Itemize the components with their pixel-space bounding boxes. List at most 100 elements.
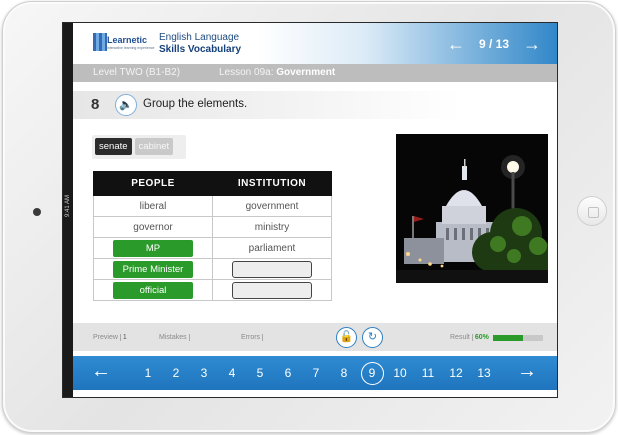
page-2[interactable]: 2 <box>162 366 190 380</box>
result-stat: Result 60% <box>450 334 489 341</box>
cell-people: governor <box>93 216 213 238</box>
lesson-title: Government <box>276 67 336 78</box>
page-navigation: ← 1 2 3 4 5 6 7 8 9 10 11 12 13 → <box>73 356 557 390</box>
empty-drop-slot[interactable] <box>232 260 312 278</box>
level-label: Level TWO (B1-B2) <box>93 67 181 78</box>
learnetic-logo: Learnetic interactive learning experienc… <box>93 32 154 54</box>
cell-institution: ministry <box>212 216 332 238</box>
table-row: MP parliament <box>93 237 332 259</box>
errors-label: Errors <box>241 334 264 341</box>
page-number-label: 2 <box>172 366 180 380</box>
cell-institution: government <box>212 195 332 217</box>
result-progress-fill <box>493 335 523 341</box>
table-row: Prime Minister <box>93 258 332 280</box>
empty-drop-slot[interactable] <box>232 281 312 299</box>
cell-people: liberal <box>93 195 213 217</box>
question-instruction: Group the elements. <box>143 98 248 110</box>
page-1[interactable]: 1 <box>134 366 162 380</box>
page-number-label: 12 <box>449 366 463 380</box>
cell-people: official <box>93 279 213 301</box>
logo-wordmark: Learnetic <box>107 35 148 45</box>
page-number-label: 6 <box>284 366 292 380</box>
mistakes-stat: Mistakes <box>159 334 192 341</box>
page-4[interactable]: 4 <box>218 366 246 380</box>
page-6[interactable]: 6 <box>274 366 302 380</box>
page-number-label: 13 <box>477 366 491 380</box>
reset-icon[interactable]: ↻ <box>362 327 383 348</box>
screen: 9:41 AM Learnetic interactive learning e… <box>62 22 558 398</box>
placed-chip-mp[interactable]: MP <box>113 239 193 257</box>
mistakes-label: Mistakes <box>159 334 190 341</box>
page-number-label: 3 <box>200 366 208 380</box>
status-time: 9:41 AM <box>65 195 71 218</box>
cell-institution: parliament <box>212 237 332 259</box>
header-navigation: ← 9 / 13 → <box>447 35 541 53</box>
result-value: 60% <box>474 334 489 341</box>
placed-chip-prime-minister[interactable]: Prime Minister <box>113 260 193 278</box>
page-indicator: 9 / 13 <box>478 37 509 51</box>
cell-institution <box>212 279 332 301</box>
page-number-label: 8 <box>340 366 348 380</box>
page-10[interactable]: 10 <box>386 366 414 380</box>
camera-lens <box>33 208 41 216</box>
table-row: official <box>93 279 332 301</box>
page-number-label: 4 <box>228 366 236 380</box>
chip-cabinet[interactable]: cabinet <box>134 138 174 155</box>
cell-people: Prime Minister <box>93 258 213 280</box>
status-bar: 9:41 AM <box>63 23 73 397</box>
chip-senate[interactable]: senate <box>95 138 132 155</box>
course-title-line2: Skills Vocabulary <box>159 44 242 55</box>
arrow-right-icon[interactable]: → <box>523 35 541 53</box>
grouping-table: PEOPLE INSTITUTION liberal government go… <box>93 171 332 301</box>
header: Learnetic interactive learning experienc… <box>73 23 557 64</box>
page-13[interactable]: 13 <box>470 366 498 380</box>
page-number-label: 5 <box>256 366 264 380</box>
lesson-label: Lesson 09a: Government <box>219 67 335 78</box>
column-header-people: PEOPLE <box>93 171 213 196</box>
page-12[interactable]: 12 <box>442 366 470 380</box>
page-number-label: 1 <box>144 366 152 380</box>
arrow-right-icon[interactable]: → <box>517 360 537 382</box>
result-progress-bar <box>493 335 543 341</box>
preview-label: Preview <box>93 334 121 341</box>
table-row: governor ministry <box>93 216 332 238</box>
result-label: Result <box>450 334 473 341</box>
preview-stat: Preview 1 <box>93 334 127 341</box>
capitol-photo <box>396 134 548 283</box>
course-title: English Language Skills Vocabulary <box>159 32 241 56</box>
draggable-chips: senate cabinet <box>92 135 186 159</box>
page-7[interactable]: 7 <box>302 366 330 380</box>
capitol-night-image <box>396 134 548 283</box>
page-numbers: 1 2 3 4 5 6 7 8 9 10 11 12 13 <box>134 356 498 390</box>
question-number: 8 <box>91 96 100 113</box>
footer-toolbar: Preview 1 Mistakes Errors 🔓 ↻ Result 60% <box>73 323 557 351</box>
page-number-label: 9 <box>360 361 384 385</box>
home-button[interactable] <box>577 196 607 226</box>
logo-mark-icon <box>93 33 107 51</box>
page-11[interactable]: 11 <box>414 366 442 380</box>
preview-value: 1 <box>122 334 127 341</box>
table-row: liberal government <box>93 195 332 217</box>
question-row: 8 🔈 Group the elements. <box>73 91 557 119</box>
app: Learnetic interactive learning experienc… <box>73 23 557 397</box>
placed-chip-official[interactable]: official <box>113 281 193 299</box>
lock-open-icon[interactable]: 🔓 <box>336 327 357 348</box>
page-number-label: 11 <box>421 366 435 380</box>
page-3[interactable]: 3 <box>190 366 218 380</box>
column-header-institution: INSTITUTION <box>212 171 332 196</box>
page-number-label: 10 <box>393 366 407 380</box>
arrow-left-icon[interactable]: ← <box>447 35 465 53</box>
course-title-line1: English Language <box>159 32 240 43</box>
page-5[interactable]: 5 <box>246 366 274 380</box>
page-9[interactable]: 9 <box>358 361 386 385</box>
speaker-icon[interactable]: 🔈 <box>115 94 137 116</box>
cell-people: MP <box>93 237 213 259</box>
page-number-label: 7 <box>312 366 320 380</box>
cell-institution <box>212 258 332 280</box>
arrow-left-icon[interactable]: ← <box>91 360 111 382</box>
lesson-prefix: Lesson 09a: <box>219 67 274 78</box>
errors-stat: Errors <box>241 334 265 341</box>
lesson-bar: Level TWO (B1-B2) Lesson 09a: Government <box>73 64 557 82</box>
page-8[interactable]: 8 <box>330 366 358 380</box>
logo-tagline: interactive learning experience <box>107 46 155 50</box>
